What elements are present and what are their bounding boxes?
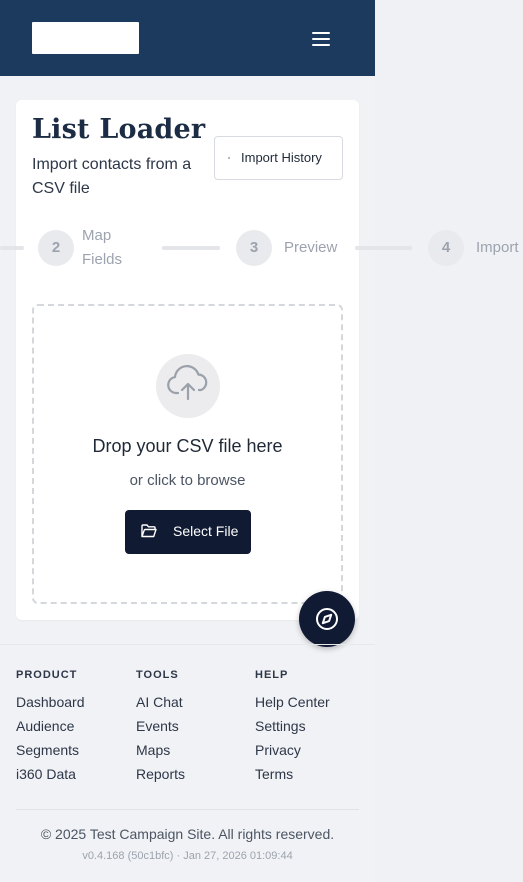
dropzone-subtitle: or click to browse xyxy=(129,472,246,489)
footer-link-settings[interactable]: Settings xyxy=(255,718,306,734)
footer-link-segments[interactable]: Segments xyxy=(16,742,79,758)
page-title: List Loader xyxy=(32,114,206,145)
menu-line xyxy=(312,32,330,34)
step-2-circle: 2 xyxy=(38,230,74,266)
folder-open-icon xyxy=(141,524,157,538)
footer-bottom-divider xyxy=(16,809,359,810)
footer-heading-help: HELP xyxy=(255,669,289,681)
footer-heading-tools: TOOLS xyxy=(136,669,179,681)
footer-link-events[interactable]: Events xyxy=(136,718,179,734)
select-file-button[interactable]: Select File xyxy=(125,510,251,554)
import-history-button[interactable]: Import History xyxy=(214,136,343,180)
hamburger-menu-icon[interactable] xyxy=(306,24,336,54)
step-connector xyxy=(355,246,412,250)
history-icon xyxy=(228,157,230,159)
footer-divider xyxy=(0,644,375,645)
compass-fab-button[interactable] xyxy=(299,591,355,647)
menu-line xyxy=(312,38,330,40)
footer-heading-product: PRODUCT xyxy=(16,669,78,681)
step-2-label: Map Fields xyxy=(82,227,123,268)
viewport-background xyxy=(375,0,523,882)
step-connector xyxy=(162,246,220,250)
import-history-label: Import History xyxy=(241,150,322,165)
top-navigation-bar xyxy=(0,0,375,76)
cloud-upload-icon xyxy=(156,354,220,418)
menu-line xyxy=(312,44,330,46)
footer-link-dashboard[interactable]: Dashboard xyxy=(16,694,85,710)
step-4-label: Import xyxy=(476,239,519,256)
footer-link-terms[interactable]: Terms xyxy=(255,766,293,782)
step-4-circle: 4 xyxy=(428,230,464,266)
page-subtitle: Import contacts from a CSV file xyxy=(32,156,192,197)
footer-link-i360-data[interactable]: i360 Data xyxy=(16,766,76,782)
footer-link-reports[interactable]: Reports xyxy=(136,766,185,782)
footer-version: v0.4.168 (50c1bfc) · Jan 27, 2026 01:09:… xyxy=(82,850,293,862)
step-3-label: Preview xyxy=(284,239,338,256)
step-connector xyxy=(0,246,24,250)
footer-link-privacy[interactable]: Privacy xyxy=(255,742,301,758)
footer-link-maps[interactable]: Maps xyxy=(136,742,170,758)
footer-link-audience[interactable]: Audience xyxy=(16,718,74,734)
footer-link-help-center[interactable]: Help Center xyxy=(255,694,330,710)
footer-copyright: © 2025 Test Campaign Site. All rights re… xyxy=(40,826,335,842)
footer-link-ai-chat[interactable]: AI Chat xyxy=(136,694,183,710)
step-3-circle: 3 xyxy=(236,230,272,266)
compass-icon xyxy=(316,608,338,630)
dropzone-title: Drop your CSV file here xyxy=(92,436,283,456)
site-logo[interactable] xyxy=(32,22,139,54)
select-file-label: Select File xyxy=(173,523,239,539)
